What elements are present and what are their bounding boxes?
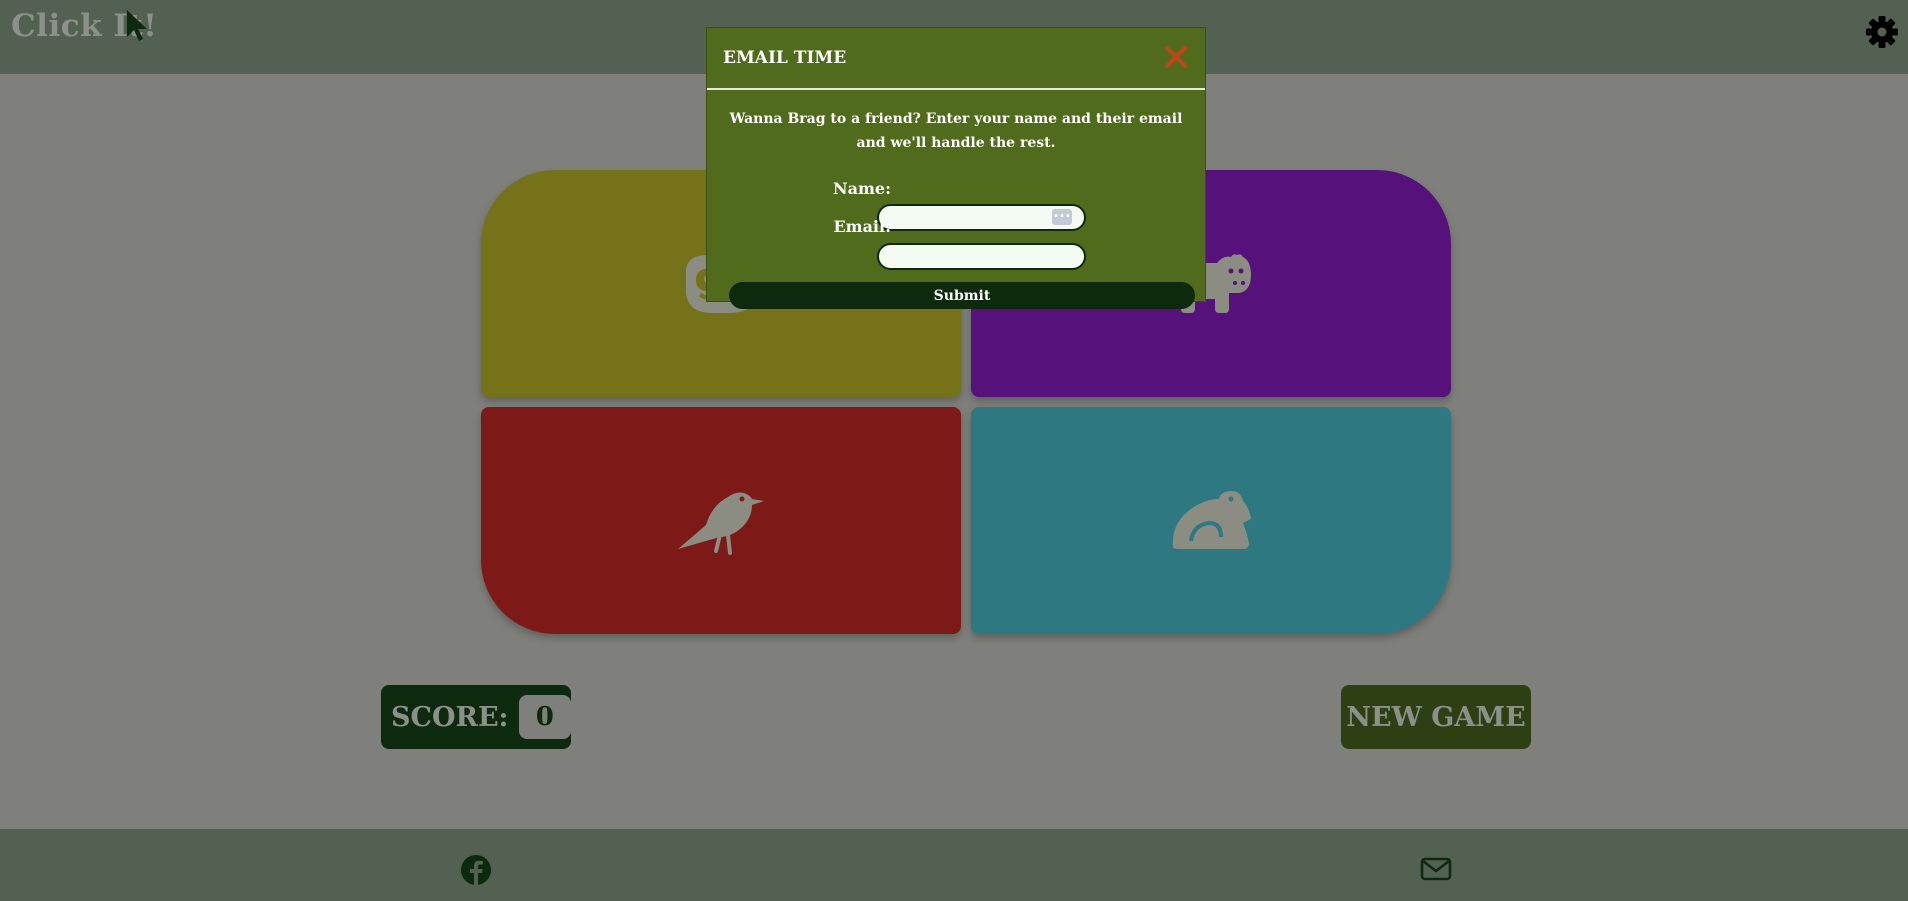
- score-panel: SCORE: 0: [381, 685, 571, 749]
- password-manager-icon[interactable]: •••: [1052, 209, 1072, 225]
- submit-button[interactable]: Submit: [729, 282, 1195, 309]
- email-modal: EMAIL TIME Wanna Brag to a friend? Enter…: [706, 27, 1206, 309]
- footer-bar: [0, 829, 1908, 901]
- tile-frog[interactable]: [971, 407, 1451, 634]
- envelope-icon[interactable]: [1420, 857, 1452, 881]
- modal-title: EMAIL TIME: [723, 48, 847, 68]
- email-input[interactable]: [877, 243, 1086, 270]
- close-icon[interactable]: [1161, 42, 1191, 72]
- modal-header: EMAIL TIME: [707, 28, 1205, 90]
- frog-icon: [1172, 490, 1251, 549]
- score-value: 0: [518, 695, 571, 739]
- modal-message: Wanna Brag to a friend? Enter your name …: [729, 111, 1183, 151]
- email-label: Email:: [833, 217, 891, 236]
- score-label: SCORE:: [391, 701, 509, 733]
- new-game-button[interactable]: NEW GAME: [1341, 685, 1531, 749]
- facebook-icon[interactable]: [460, 854, 492, 886]
- gear-icon[interactable]: [1865, 15, 1899, 49]
- tile-crow[interactable]: [481, 407, 961, 634]
- crow-icon: [678, 492, 764, 555]
- name-label: Name:: [832, 179, 891, 198]
- cursor-icon: [127, 10, 147, 41]
